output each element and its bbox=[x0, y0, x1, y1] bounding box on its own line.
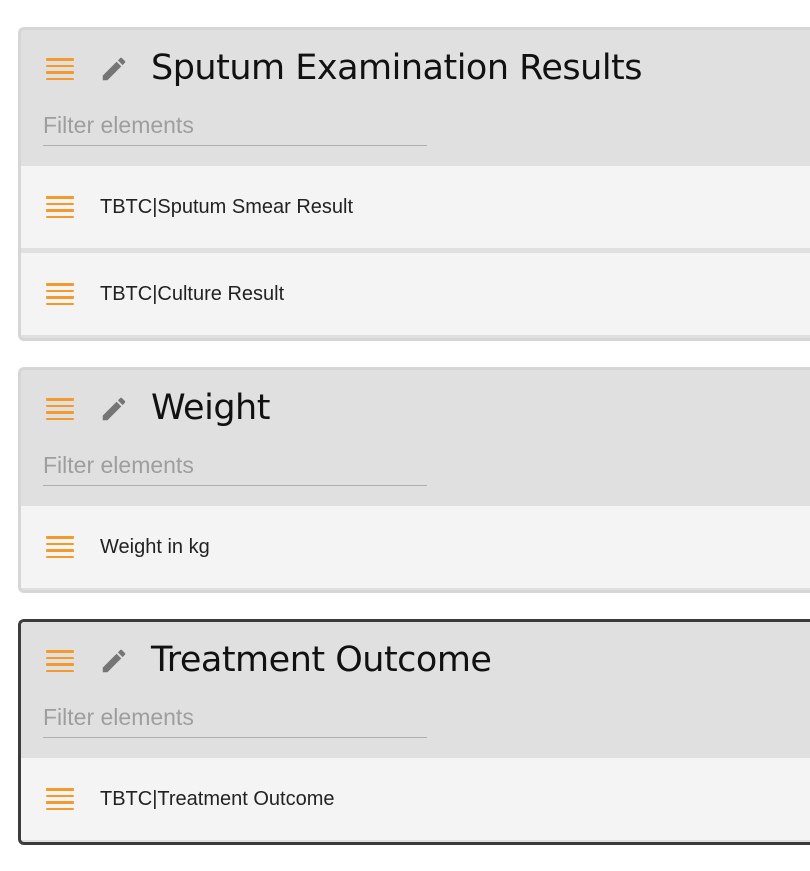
section-title: Weight bbox=[151, 388, 270, 428]
list-item[interactable]: TBTC|Culture Result bbox=[21, 248, 810, 335]
section-card-treatment-outcome[interactable]: Treatment Outcome TBTC|Treatment Outcome bbox=[18, 619, 810, 845]
section-card-sputum[interactable]: Sputum Examination Results TBTC|Sputum S… bbox=[18, 27, 810, 341]
pencil-icon[interactable] bbox=[99, 54, 129, 84]
drag-handle-icon[interactable] bbox=[46, 788, 74, 810]
filter-field bbox=[43, 697, 427, 738]
section-header: Sputum Examination Results bbox=[21, 30, 810, 166]
section-header: Weight bbox=[21, 370, 810, 506]
section-title: Sputum Examination Results bbox=[151, 48, 643, 88]
drag-handle-icon[interactable] bbox=[46, 58, 74, 80]
section-card-weight[interactable]: Weight Weight in kg bbox=[18, 367, 810, 593]
element-label: Weight in kg bbox=[100, 536, 210, 558]
pencil-icon[interactable] bbox=[99, 394, 129, 424]
filter-elements-input[interactable] bbox=[43, 697, 427, 737]
element-label: TBTC|Sputum Smear Result bbox=[100, 196, 354, 218]
list-item[interactable]: Weight in kg bbox=[21, 506, 810, 588]
pencil-icon[interactable] bbox=[99, 646, 129, 676]
filter-field bbox=[43, 105, 427, 146]
filter-elements-input[interactable] bbox=[43, 445, 427, 485]
list-item[interactable]: TBTC|Treatment Outcome bbox=[21, 758, 810, 840]
drag-handle-icon[interactable] bbox=[46, 196, 74, 218]
drag-handle-icon[interactable] bbox=[46, 536, 74, 558]
element-label: TBTC|Culture Result bbox=[100, 283, 285, 305]
filter-elements-input[interactable] bbox=[43, 105, 427, 145]
drag-handle-icon[interactable] bbox=[46, 650, 74, 672]
program-stage-sections-page: Sputum Examination Results TBTC|Sputum S… bbox=[0, 0, 810, 871]
drag-handle-icon[interactable] bbox=[46, 398, 74, 420]
section-header: Treatment Outcome bbox=[21, 622, 810, 758]
drag-handle-icon[interactable] bbox=[46, 283, 74, 305]
element-label: TBTC|Treatment Outcome bbox=[100, 788, 335, 810]
list-item[interactable]: TBTC|Sputum Smear Result bbox=[21, 166, 810, 248]
section-title: Treatment Outcome bbox=[151, 640, 492, 680]
filter-field bbox=[43, 445, 427, 486]
